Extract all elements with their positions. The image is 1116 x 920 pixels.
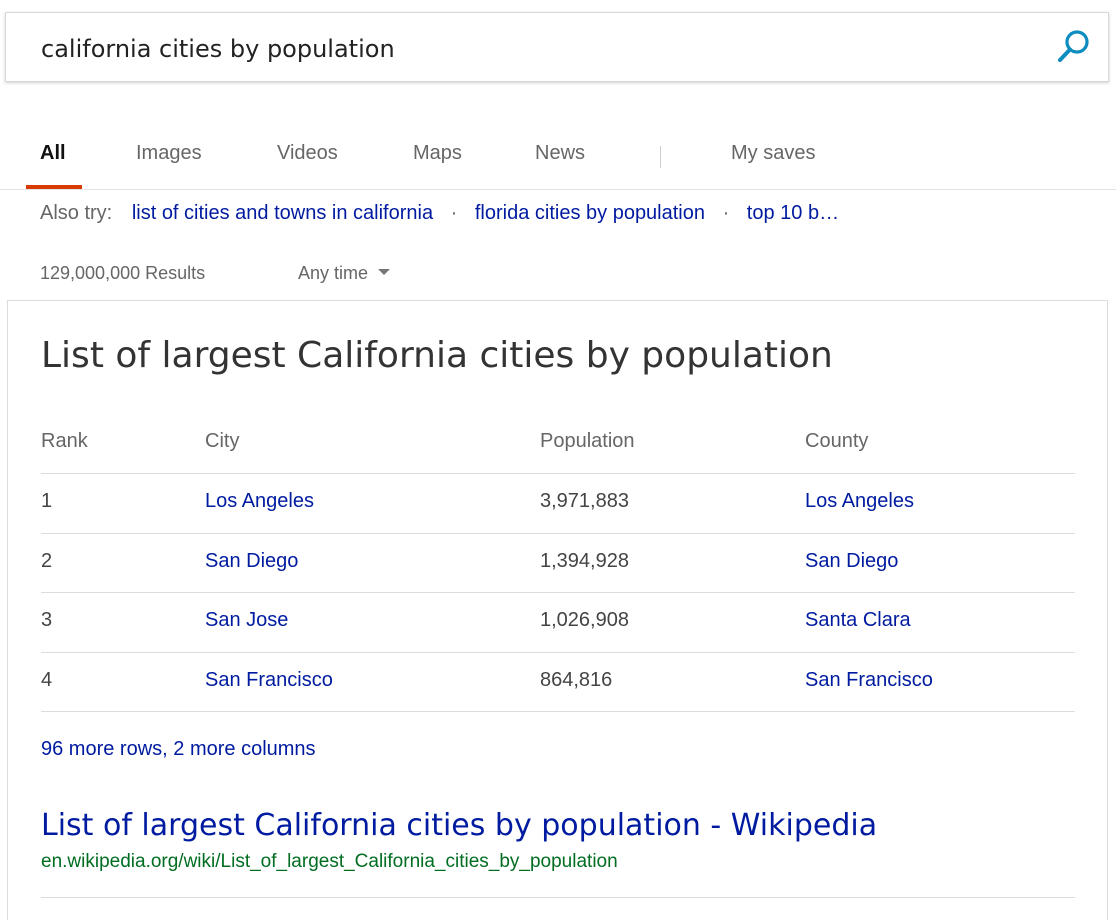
also-try-bar: Also try: list of cities and towns in ca… [40,202,839,225]
also-try-link[interactable]: florida cities by population [475,202,705,224]
city-link[interactable]: San Diego [205,550,298,573]
table-row: 4 San Francisco 864,816 San Francisco [41,653,1075,712]
rank-cell: 3 [41,609,53,631]
column-header-population: Population [540,430,635,452]
time-filter-dropdown[interactable]: Any time [298,263,391,284]
tab-my-saves[interactable]: My saves [731,142,815,165]
city-link[interactable]: San Francisco [205,669,333,692]
county-link[interactable]: Los Angeles [805,490,914,513]
population-cell: 3,971,883 [540,490,629,512]
table-header-row: Rank City Population County [41,416,1075,474]
search-input[interactable] [41,31,1021,67]
population-cell: 864,816 [540,668,613,691]
table-row: 2 San Diego 1,394,928 San Diego [41,534,1075,593]
also-try-link[interactable]: top 10 b… [747,202,839,224]
county-link[interactable]: San Diego [805,550,898,573]
result-title-link[interactable]: List of largest California cities by pop… [41,808,877,843]
population-cell: 1,394,928 [540,549,629,572]
search-box [5,12,1109,82]
city-link[interactable]: San Jose [205,609,288,632]
time-filter-label: Any time [298,263,369,283]
result-url: en.wikipedia.org/wiki/List_of_largest_Ca… [41,851,618,872]
tab-videos[interactable]: Videos [277,142,338,165]
tab-all[interactable]: All [40,142,66,165]
population-table: Rank City Population County 1 Los Angele… [41,416,1075,712]
county-link[interactable]: San Francisco [805,669,933,692]
answer-title: List of largest California cities by pop… [41,335,833,376]
table-row: 1 Los Angeles 3,971,883 Los Angeles [41,474,1075,534]
rank-cell: 2 [41,549,53,572]
table-row: 3 San Jose 1,026,908 Santa Clara [41,593,1075,653]
separator-dot: · [722,202,730,224]
rank-cell: 4 [41,668,53,691]
answer-card: List of largest California cities by pop… [7,300,1108,920]
city-link[interactable]: Los Angeles [205,490,314,513]
divider [41,897,1075,898]
rank-cell: 1 [41,490,53,512]
search-icon [1058,30,1089,62]
active-tab-indicator [26,185,82,189]
county-link[interactable]: Santa Clara [805,609,911,632]
tab-divider [660,146,661,168]
results-count: 129,000,000 Results [40,263,206,283]
separator-dot: · [450,202,458,224]
tab-images[interactable]: Images [136,142,202,165]
column-header-city: City [205,430,240,452]
chevron-down-icon [378,269,391,276]
more-rows-link[interactable]: 96 more rows, 2 more columns [41,738,316,761]
column-header-county: County [805,430,869,452]
also-try-link[interactable]: list of cities and towns in california [132,202,433,224]
column-header-rank: Rank [41,430,88,452]
scope-tabs: All Images Videos Maps News My saves [0,134,1116,190]
tab-news[interactable]: News [535,142,585,165]
tab-maps[interactable]: Maps [413,142,462,165]
population-cell: 1,026,908 [540,609,629,631]
search-button[interactable] [1054,27,1094,67]
also-try-label: Also try: [40,202,113,224]
